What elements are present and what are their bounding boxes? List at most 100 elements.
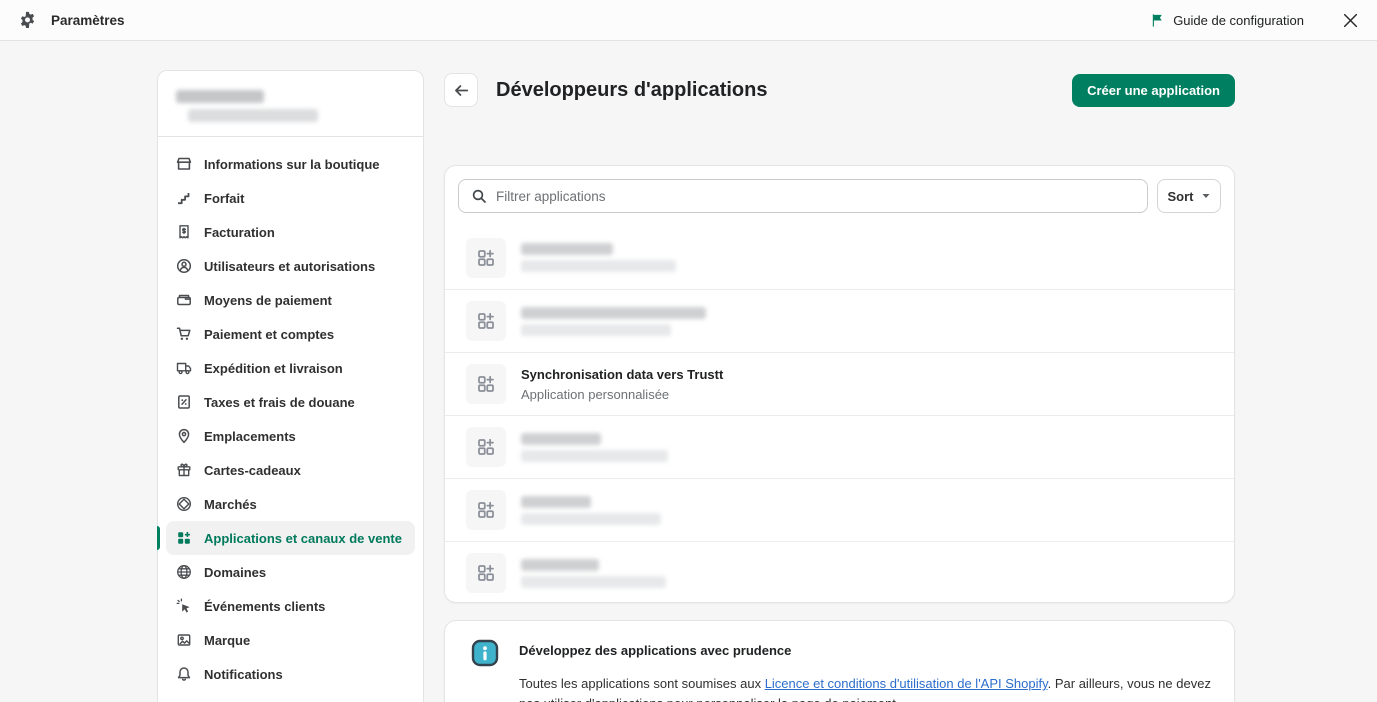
- sidebar-item-taxes[interactable]: Taxes et frais de douane: [166, 385, 415, 419]
- setup-guide-link[interactable]: Guide de configuration: [1150, 13, 1304, 28]
- app-tile-icon: [466, 301, 506, 341]
- app-row[interactable]: [445, 289, 1234, 352]
- redacted-app-subtitle: [521, 323, 671, 336]
- sidebar-item-payment-methods[interactable]: Moyens de paiement: [166, 283, 415, 317]
- cursor-sparkle-icon: [176, 598, 192, 614]
- search-icon: [471, 188, 487, 204]
- app-tile-icon: [466, 490, 506, 530]
- redacted-app-subtitle: [521, 260, 676, 272]
- sidebar-item-markets[interactable]: Marchés: [166, 487, 415, 521]
- sidebar-item-gift-cards[interactable]: Cartes-cadeaux: [166, 453, 415, 487]
- app-tile-icon: [466, 427, 506, 467]
- page-title: Développeurs d'applications: [496, 78, 768, 101]
- caution-banner-title: Développez des applications avec prudenc…: [519, 643, 792, 658]
- redacted-store-name: [176, 90, 264, 103]
- app-tile-icon: [466, 237, 506, 278]
- create-app-button[interactable]: Créer une application: [1072, 73, 1235, 107]
- sidebar-item-locations[interactable]: Emplacements: [166, 419, 415, 453]
- app-subtitle: Application personnalisée: [521, 386, 670, 402]
- taxes-icon: [176, 394, 192, 410]
- sidebar-item-shipping[interactable]: Expédition et livraison: [166, 351, 415, 385]
- sidebar-item-label: Applications et canaux de vente: [204, 530, 402, 546]
- redacted-app-title: [521, 558, 599, 571]
- close-icon[interactable]: [1342, 12, 1359, 29]
- users-icon: [176, 258, 192, 274]
- sidebar-item-label: Taxes et frais de douane: [204, 394, 355, 410]
- flag-icon: [1150, 13, 1165, 28]
- main-content: Développeurs d'applications Créer une ap…: [444, 70, 1235, 702]
- sort-label: Sort: [1167, 188, 1194, 204]
- truck-icon: [176, 360, 192, 376]
- payment-methods-icon: [176, 292, 192, 308]
- app-title: Synchronisation data vers Trustt: [521, 366, 724, 382]
- sidebar-item-notifications[interactable]: Notifications: [166, 657, 415, 691]
- filter-field[interactable]: [458, 179, 1148, 213]
- sidebar-item-label: Facturation: [204, 224, 275, 240]
- redacted-app-subtitle: [521, 449, 668, 462]
- caution-banner: Développez des applications avec prudenc…: [444, 620, 1235, 702]
- location-pin-icon: [176, 428, 192, 444]
- redacted-app-subtitle: [521, 512, 661, 525]
- settings-title: Paramètres: [51, 12, 125, 28]
- redacted-app-title: [521, 432, 601, 445]
- api-license-link[interactable]: Licence et conditions d'utilisation de l…: [765, 676, 1048, 691]
- setup-guide-label: Guide de configuration: [1173, 12, 1304, 28]
- sidebar-item-brand[interactable]: Marque: [166, 623, 415, 657]
- app-tile-icon: [466, 553, 506, 593]
- settings-sidebar: Informations sur la boutique Forfait Fac…: [157, 70, 424, 702]
- caution-banner-body: Toutes les applications sont soumises au…: [519, 674, 1218, 702]
- sidebar-item-users[interactable]: Utilisateurs et autorisations: [166, 249, 415, 283]
- markets-icon: [176, 496, 192, 512]
- sidebar-item-label: Expédition et livraison: [204, 360, 343, 376]
- app-row-trustt[interactable]: Synchronisation data vers Trustt Applica…: [445, 352, 1234, 415]
- redacted-app-title: [521, 495, 591, 508]
- settings-nav: Informations sur la boutique Forfait Fac…: [157, 137, 423, 701]
- sidebar-item-label: Forfait: [204, 190, 245, 206]
- sidebar-item-label: Moyens de paiement: [204, 292, 332, 308]
- filter-row: Sort: [445, 166, 1234, 226]
- sidebar-item-plan[interactable]: Forfait: [166, 181, 415, 215]
- billing-icon: [176, 224, 192, 240]
- sidebar-item-label: Domaines: [204, 564, 267, 580]
- page-header: Développeurs d'applications Créer une ap…: [444, 70, 1235, 110]
- sidebar-item-label: Emplacements: [204, 428, 296, 444]
- filter-applications-input[interactable]: [496, 188, 1135, 204]
- sidebar-item-customer-events[interactable]: Événements clients: [166, 589, 415, 623]
- brand-image-icon: [176, 632, 192, 648]
- gift-icon: [176, 462, 192, 478]
- info-icon: [471, 639, 499, 702]
- redacted-app-title: [521, 243, 613, 255]
- app-row[interactable]: [445, 541, 1234, 602]
- redacted-app-title: [521, 306, 706, 319]
- apps-icon: [176, 530, 192, 546]
- globe-icon: [176, 564, 192, 580]
- apps-list-card: Sort Synchronisation data vers Trustt Ap…: [444, 165, 1235, 603]
- sidebar-item-apps-and-sales-channels[interactable]: Applications et canaux de vente: [157, 521, 415, 555]
- banner-text-prefix: Toutes les applications sont soumises au…: [519, 676, 765, 691]
- sidebar-item-domains[interactable]: Domaines: [166, 555, 415, 589]
- sidebar-item-label: Marchés: [204, 496, 257, 512]
- sort-button[interactable]: Sort: [1157, 179, 1221, 213]
- sidebar-item-label: Événements clients: [204, 598, 326, 614]
- sidebar-item-label: Informations sur la boutique: [204, 156, 380, 172]
- sidebar-item-label: Paiement et comptes: [204, 326, 335, 342]
- app-row[interactable]: [445, 226, 1234, 289]
- cart-icon: [176, 326, 192, 342]
- sidebar-item-store-details[interactable]: Informations sur la boutique: [166, 147, 415, 181]
- app-tile-icon: [466, 364, 506, 404]
- sidebar-item-label: Marque: [204, 632, 251, 648]
- app-row[interactable]: [445, 478, 1234, 541]
- bell-icon: [176, 666, 192, 682]
- sidebar-item-checkout[interactable]: Paiement et comptes: [166, 317, 415, 351]
- sidebar-item-label: Utilisateurs et autorisations: [204, 258, 376, 274]
- sidebar-item-billing[interactable]: Facturation: [166, 215, 415, 249]
- sidebar-item-label: Notifications: [204, 666, 283, 682]
- arrow-left-icon: [453, 82, 470, 99]
- app-row[interactable]: [445, 415, 1234, 478]
- sidebar-item-label: Cartes-cadeaux: [204, 462, 301, 478]
- back-button[interactable]: [444, 73, 478, 107]
- plan-icon: [176, 190, 192, 206]
- store-header: [158, 71, 423, 137]
- redacted-store-url: [188, 109, 318, 122]
- storefront-icon: [176, 156, 192, 172]
